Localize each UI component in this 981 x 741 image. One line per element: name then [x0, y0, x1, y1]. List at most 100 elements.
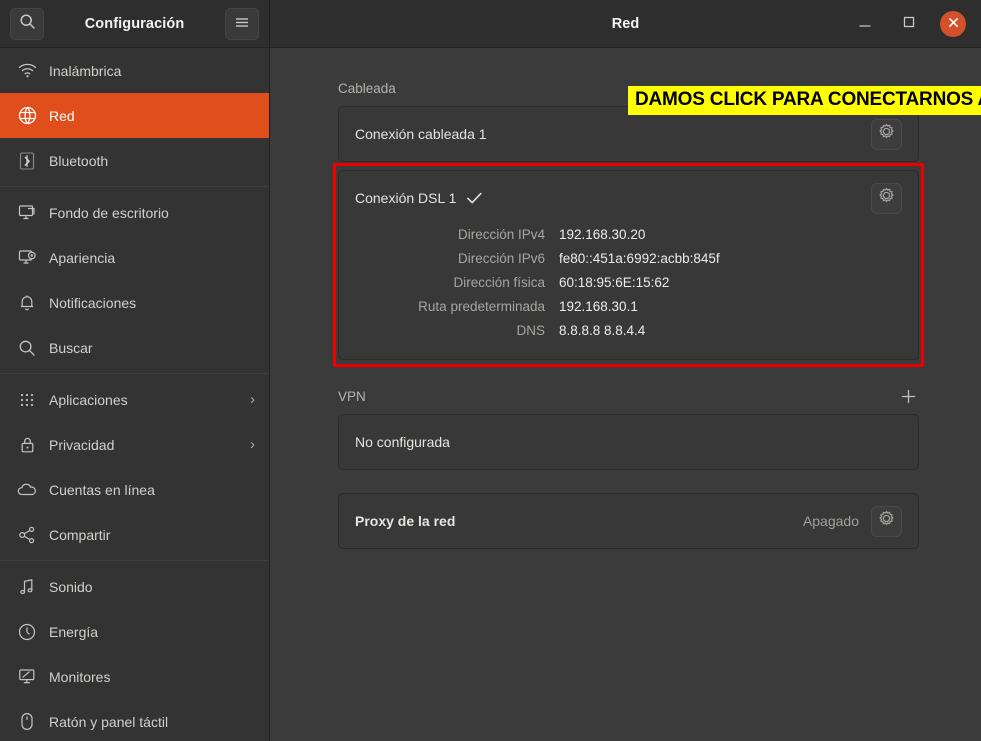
detail-value: 60:18:95:6E:15:62: [559, 275, 669, 290]
close-icon: [948, 15, 959, 33]
sidebar-item-red[interactable]: Red: [0, 93, 269, 138]
close-button[interactable]: [940, 11, 966, 37]
sidebar-item-label: Compartir: [49, 527, 255, 543]
proxy-status: Apagado: [803, 513, 859, 529]
power-icon: [14, 623, 40, 641]
wired-settings-button[interactable]: [871, 119, 902, 150]
sidebar-item-label: Bluetooth: [49, 153, 255, 169]
gear-icon: [878, 123, 895, 145]
add-vpn-button[interactable]: [897, 385, 919, 407]
sidebar-item-notificaciones[interactable]: Notificaciones: [0, 280, 269, 325]
detail-row: Dirección IPv6 fe80::451a:6992:acbb:845f: [355, 251, 902, 275]
proxy-label: Proxy de la red: [355, 513, 455, 529]
sidebar-item-fondo-de-escritorio[interactable]: Fondo de escritorio: [0, 190, 269, 235]
search-button[interactable]: [10, 8, 44, 40]
vpn-section-header: VPN: [338, 386, 919, 406]
wifi-icon: [14, 63, 40, 78]
cloud-icon: [14, 483, 40, 497]
detail-row: DNS 8.8.8.8 8.8.4.4: [355, 323, 902, 347]
proxy-card: Proxy de la red Apagado: [338, 493, 919, 549]
sidebar-divider: [0, 560, 269, 561]
detail-row: Ruta predeterminada 192.168.30.1: [355, 299, 902, 323]
sidebar-item-label: Red: [49, 108, 255, 124]
globe-icon: [14, 106, 40, 125]
dsl-settings-button[interactable]: [871, 183, 902, 214]
settings-window: Configuración Inalámbrica: [0, 0, 981, 741]
sidebar-header: Configuración: [0, 0, 269, 48]
gear-icon: [878, 187, 895, 209]
proxy-row[interactable]: Proxy de la red Apagado: [339, 494, 918, 548]
maximize-icon: [903, 15, 915, 33]
wallpaper-icon: [14, 204, 40, 221]
lock-icon: [14, 436, 40, 454]
sidebar-item-inalambrica[interactable]: Inalámbrica: [0, 48, 269, 93]
sidebar-item-label: Sonido: [49, 579, 255, 595]
sidebar-item-bluetooth[interactable]: Bluetooth: [0, 138, 269, 183]
bluetooth-icon: [14, 152, 40, 170]
sidebar-item-label: Fondo de escritorio: [49, 205, 255, 221]
menu-button[interactable]: [225, 8, 259, 40]
search-icon: [19, 13, 36, 35]
dsl-connection-name: Conexión DSL 1: [355, 190, 456, 206]
minimize-icon: [858, 15, 872, 33]
detail-label: Ruta predeterminada: [355, 299, 559, 314]
minimize-button[interactable]: [852, 11, 878, 37]
detail-label: DNS: [355, 323, 559, 338]
window-controls: [852, 11, 981, 37]
sidebar-item-label: Apariencia: [49, 250, 255, 266]
sidebar-item-label: Privacidad: [49, 437, 250, 453]
appearance-icon: [14, 249, 40, 266]
sidebar-item-aplicaciones[interactable]: Aplicaciones ›: [0, 377, 269, 422]
sidebar-item-label: Ratón y panel táctil: [49, 714, 255, 730]
sidebar-item-energia[interactable]: Energía: [0, 609, 269, 654]
sidebar-item-apariencia[interactable]: Apariencia: [0, 235, 269, 280]
dsl-connection-details: Dirección IPv4 192.168.30.20 Dirección I…: [339, 225, 918, 359]
main-panel: Red: [270, 0, 981, 741]
sidebar-item-buscar[interactable]: Buscar: [0, 325, 269, 370]
sidebar-divider: [0, 186, 269, 187]
sidebar-item-sonido[interactable]: Sonido: [0, 564, 269, 609]
chevron-right-icon: ›: [250, 436, 255, 453]
sidebar-item-label: Notificaciones: [49, 295, 255, 311]
annotation-banner: DAMOS CLICK PARA CONECTARNOS A LA CONEXI…: [628, 86, 981, 115]
dsl-connection-row[interactable]: Conexión DSL 1: [339, 171, 918, 225]
detail-label: Dirección IPv6: [355, 251, 559, 266]
window-titlebar: Red: [270, 0, 981, 48]
wired-connection-row[interactable]: Conexión cableada 1: [339, 107, 918, 161]
proxy-settings-button[interactable]: [871, 506, 902, 537]
detail-value: 192.168.30.20: [559, 227, 645, 242]
vpn-card: No configurada: [338, 414, 919, 470]
search-icon: [14, 339, 40, 357]
sidebar-item-cuentas-en-linea[interactable]: Cuentas en línea: [0, 467, 269, 512]
dsl-connection-card: Conexión DSL 1: [338, 170, 919, 360]
sidebar: Configuración Inalámbrica: [0, 0, 270, 741]
maximize-button[interactable]: [896, 11, 922, 37]
bell-icon: [14, 294, 40, 312]
sidebar-item-label: Energía: [49, 624, 255, 640]
sidebar-title: Configuración: [44, 16, 225, 32]
vpn-status-row: No configurada: [339, 415, 918, 469]
sidebar-item-privacidad[interactable]: Privacidad ›: [0, 422, 269, 467]
sidebar-item-list: Inalámbrica Red: [0, 48, 269, 741]
detail-row: Dirección física 60:18:95:6E:15:62: [355, 275, 902, 299]
vpn-status-label: No configurada: [355, 434, 450, 450]
detail-label: Dirección IPv4: [355, 227, 559, 242]
wired-row-actions: [871, 119, 902, 150]
proxy-row-actions: Apagado: [803, 506, 902, 537]
wired-connection-name: Conexión cableada 1: [355, 126, 487, 142]
sidebar-item-monitores[interactable]: Monitores: [0, 654, 269, 699]
mouse-icon: [14, 712, 40, 731]
sidebar-item-label: Aplicaciones: [49, 392, 250, 408]
hamburger-menu-icon: [234, 15, 250, 33]
sidebar-item-label: Cuentas en línea: [49, 482, 255, 498]
detail-value: fe80::451a:6992:acbb:845f: [559, 251, 720, 266]
share-icon: [14, 526, 40, 544]
detail-value: 192.168.30.1: [559, 299, 638, 314]
dsl-connection-highlight-wrapper: Conexión DSL 1: [338, 170, 919, 360]
sidebar-item-compartir[interactable]: Compartir: [0, 512, 269, 557]
network-content: Cableada Conexión cableada 1: [270, 48, 981, 549]
dsl-row-actions: [871, 183, 902, 214]
monitor-icon: [14, 668, 40, 685]
sidebar-item-raton-y-panel-tactil[interactable]: Ratón y panel táctil: [0, 699, 269, 741]
wired-section-label: Cableada: [338, 81, 396, 96]
